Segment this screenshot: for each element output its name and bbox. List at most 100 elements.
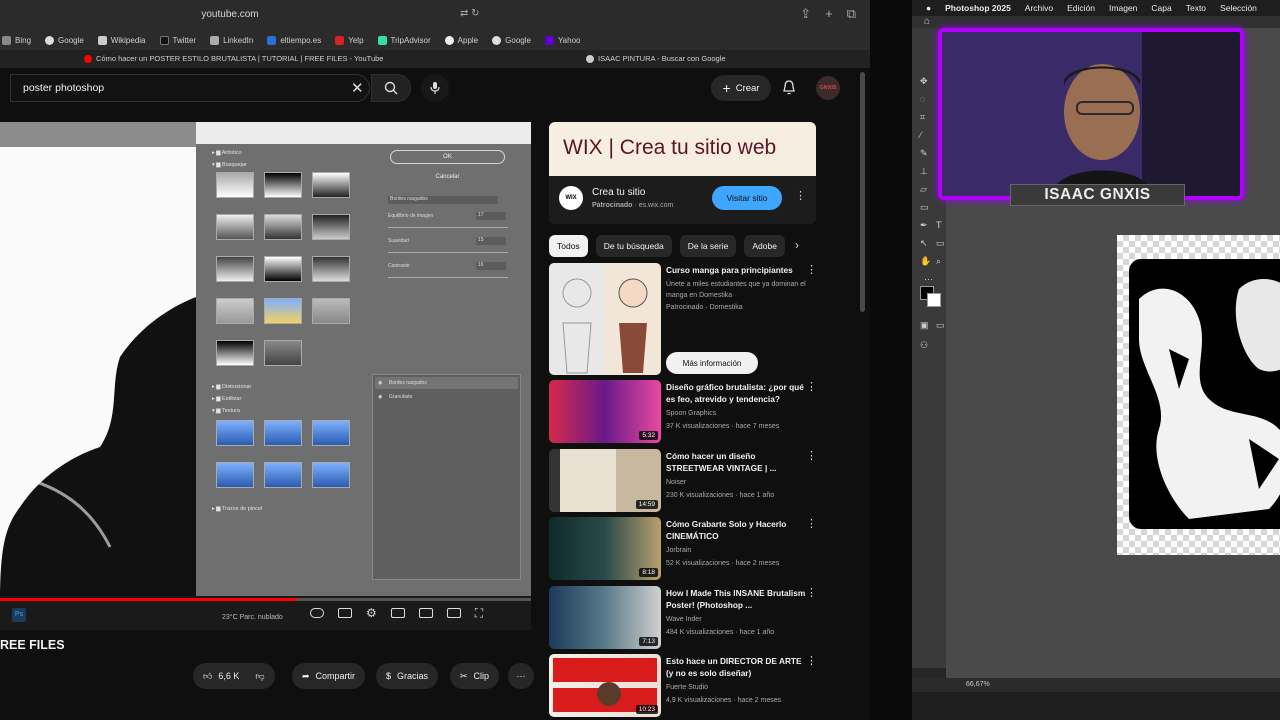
brush-tool-icon[interactable]: ✎ — [920, 148, 932, 158]
move-tool-icon[interactable]: ✥ — [920, 76, 932, 86]
recommendation-thumbnail[interactable]: 14:59 — [549, 449, 661, 512]
miniplayer-icon[interactable] — [390, 608, 405, 618]
recommendation-title[interactable]: Curso manga para principiantes — [666, 264, 806, 276]
favorite-bing[interactable]: Bing — [2, 35, 31, 45]
filter-thumb[interactable] — [264, 420, 302, 446]
chip-from-series[interactable]: De la serie — [679, 235, 737, 257]
favorite-wikipedia[interactable]: Wikipedia — [97, 35, 146, 45]
favorite-google-2[interactable]: Google — [492, 35, 531, 45]
favorite-tripadvisor[interactable]: TripAdvisor — [377, 35, 431, 45]
slider-track[interactable] — [388, 252, 508, 253]
favorite-google[interactable]: Google — [45, 35, 84, 45]
cast-icon[interactable] — [446, 608, 461, 618]
filter-select[interactable]: Bordes rasgados — [388, 196, 498, 204]
filter-thumb[interactable] — [312, 420, 350, 446]
translate-reload-icons[interactable]: ⇄ ↻ — [460, 8, 480, 19]
slider-track[interactable] — [388, 277, 508, 278]
menu-file[interactable]: Archivo — [1025, 3, 1053, 13]
menu-layer[interactable]: Capa — [1151, 3, 1171, 13]
search-input[interactable]: poster photoshop — [23, 82, 104, 94]
eraser-tool-icon[interactable]: ▱ — [920, 184, 932, 194]
recommendation-title[interactable]: Cómo Grabarte Solo y Hacerlo CINEMÁTICO — [666, 518, 806, 542]
filter-group-artistic[interactable]: ▸ ▆ Artístico — [212, 150, 242, 156]
recommendation-title[interactable]: Cómo hacer un diseño STREETWEAR VINTAGE … — [666, 450, 806, 474]
filter-thumb[interactable] — [312, 172, 350, 198]
eye-icon[interactable]: ◉ — [378, 377, 382, 389]
menu-type[interactable]: Texto — [1186, 3, 1206, 13]
avatar[interactable]: GNXIS — [816, 76, 840, 100]
chip-adobe[interactable]: Adobe — [744, 235, 785, 257]
filter-group-distort[interactable]: ▸ ▆ Distorsionar — [212, 384, 251, 390]
cancel-button[interactable]: Cancelar — [390, 170, 505, 184]
filter-thumb[interactable] — [264, 298, 302, 324]
voice-search-button[interactable] — [421, 74, 449, 102]
fullscreen-icon[interactable]: ⛶ — [475, 607, 483, 619]
address-bar[interactable]: youtube.com ⇄ ↻ ⇪ + ⧉ — [0, 0, 870, 30]
recommendation-title[interactable]: How I Made This INSANE Brutalism Poster!… — [666, 587, 806, 611]
thumbs-down-icon[interactable]: 👎︎ — [255, 671, 264, 682]
slider-value[interactable]: 15 — [476, 237, 506, 245]
share-icon[interactable]: ⇪ — [800, 6, 811, 22]
hand-tool-icon[interactable]: ✋ — [920, 256, 932, 266]
notifications-bell-icon[interactable] — [781, 79, 797, 96]
more-options-icon[interactable]: ⋮ — [806, 654, 817, 667]
recommendation-item[interactable]: 5:32 Diseño gráfico brutalista: ¿por qué… — [549, 380, 819, 443]
chip-from-search[interactable]: De tu búsqueda — [595, 235, 672, 257]
page-scrollbar[interactable] — [860, 72, 865, 312]
recommendation-thumbnail[interactable]: 10:23 — [549, 654, 661, 717]
visit-site-button[interactable]: Visitar sitio — [712, 186, 782, 210]
recommendation-ad[interactable]: Curso manga para principiantes Únete a m… — [549, 263, 819, 378]
clear-search-icon[interactable]: ✕ — [351, 79, 364, 97]
recommendation-item[interactable]: 10:23 Esto hace un DIRECTOR DE ARTE (y n… — [549, 654, 819, 717]
tab-google-search[interactable]: ISAAC PINTURA - Buscar con Google — [586, 54, 726, 63]
crop-tool-icon[interactable]: ⌗ — [920, 112, 932, 122]
url-text[interactable]: youtube.com — [0, 9, 460, 20]
document-canvas[interactable] — [1117, 235, 1280, 555]
slider-track[interactable] — [388, 227, 508, 228]
clip-button[interactable]: ✂ Clip — [450, 663, 500, 689]
zoom-level[interactable]: 66,67% — [966, 681, 990, 688]
recommendation-thumbnail[interactable]: 5:32 — [549, 380, 661, 443]
recommendation-thumbnail[interactable] — [549, 263, 661, 375]
autoplay-toggle-icon[interactable] — [310, 608, 324, 618]
filter-thumb[interactable] — [264, 172, 302, 198]
filter-thumb[interactable] — [216, 256, 254, 282]
extras-icon[interactable]: ⚇ — [920, 340, 932, 350]
more-actions-button[interactable]: ⋯ — [508, 663, 534, 689]
like-button[interactable]: 👍︎ 6,6 K 👎︎ — [193, 663, 275, 689]
favorite-yelp[interactable]: Yelp — [335, 35, 364, 45]
more-options-icon[interactable]: ⋮ — [806, 380, 817, 393]
filter-thumb[interactable] — [312, 256, 350, 282]
home-icon[interactable]: ⌂ — [924, 16, 930, 27]
more-options-icon[interactable]: ⋮ — [806, 517, 817, 530]
filter-group-stylize[interactable]: ▸ ▆ Estilizar — [212, 396, 241, 402]
video-player[interactable]: ▸ ▆ Artístico ▾ ▆ Bosquejar ▸ ▆ Distorsi… — [0, 122, 531, 630]
effect-layer-row[interactable]: ◉ Bordes rasgados — [375, 377, 518, 389]
thanks-button[interactable]: $ Gracias — [376, 663, 439, 689]
menu-app[interactable]: Photoshop 2025 — [945, 3, 1011, 13]
slider-value[interactable]: 17 — [476, 212, 506, 220]
ad-more-icon[interactable]: ⋮ — [795, 189, 806, 202]
recommendation-item[interactable]: 8:18 Cómo Grabarte Solo y Hacerlo CINEMÁ… — [549, 517, 819, 580]
tab-overview-icon[interactable]: ⧉ — [847, 6, 856, 22]
favorite-twitter[interactable]: Twitter — [159, 35, 196, 45]
favorite-apple[interactable]: Apple — [444, 35, 478, 45]
more-options-icon[interactable]: ⋮ — [806, 449, 817, 462]
ok-button[interactable]: OK — [390, 150, 505, 164]
filter-thumb[interactable] — [216, 298, 254, 324]
filter-thumb[interactable] — [264, 462, 302, 488]
create-button[interactable]: + Crear — [711, 75, 771, 101]
apple-menu-icon[interactable]: ● — [926, 3, 931, 13]
subtitles-icon[interactable] — [338, 608, 352, 618]
recommendation-title[interactable]: Diseño gráfico brutalista: ¿por qué es f… — [666, 381, 806, 405]
filter-thumb[interactable] — [264, 214, 302, 240]
favorite-linkedin[interactable]: LinkedIn — [210, 35, 253, 45]
background-color-swatch[interactable] — [927, 293, 941, 307]
recommendation-item[interactable]: 7:13 How I Made This INSANE Brutalism Po… — [549, 586, 819, 649]
filter-thumb[interactable] — [312, 298, 350, 324]
eye-icon[interactable]: ◉ — [378, 391, 382, 403]
chevron-right-icon[interactable]: › — [795, 238, 799, 252]
recommendation-item[interactable]: 14:59 Cómo hacer un diseño STREETWEAR VI… — [549, 449, 819, 512]
recommendation-thumbnail[interactable]: 8:18 — [549, 517, 661, 580]
new-tab-icon[interactable]: + — [825, 6, 833, 22]
